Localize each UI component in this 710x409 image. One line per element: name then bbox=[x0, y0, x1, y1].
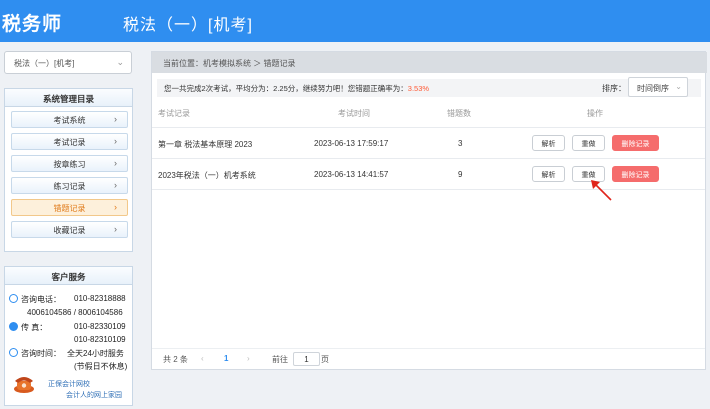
chevron-down-icon: ⌄ bbox=[675, 82, 682, 91]
redo-button[interactable]: 重做 bbox=[572, 135, 605, 151]
top-header: 税务师 税法（一）[机考] bbox=[0, 0, 710, 42]
total-count: 共 2 条 bbox=[163, 355, 188, 364]
exam-title: 税法（一）[机考] bbox=[123, 17, 253, 34]
chevron-right-icon: › bbox=[114, 114, 117, 124]
sidebar-item-label: 考试记录 bbox=[53, 138, 86, 147]
sort-select-value: 时间倒序 bbox=[637, 84, 669, 93]
divider bbox=[152, 127, 705, 128]
delete-record-button[interactable]: 删除记录 bbox=[612, 135, 659, 151]
sidebar-item-label: 错题记录 bbox=[53, 204, 86, 213]
clock-icon bbox=[9, 348, 18, 357]
column-header-time: 考试时间 bbox=[338, 109, 370, 118]
sidebar-item-practice-records[interactable]: 练习记录 › bbox=[11, 177, 128, 194]
record-name: 2023年税法（一）机考系统 bbox=[158, 171, 256, 180]
phone-icon bbox=[9, 294, 18, 303]
divider bbox=[152, 189, 705, 190]
chevron-down-icon: ⌄ bbox=[116, 57, 124, 67]
footer-brand: 正保会计网校 bbox=[48, 381, 90, 388]
sidebar-item-label: 收藏记录 bbox=[53, 226, 86, 235]
service-hours-note: (节假日不休息) bbox=[74, 362, 128, 371]
fax-icon bbox=[9, 322, 18, 331]
customer-service-title: 客户服务 bbox=[5, 267, 132, 285]
main-content: 当前位置：机考模拟系统 ＞ 错题记录 您一共完成2次考试，平均分为：2.25分，… bbox=[151, 51, 707, 370]
pagination: 共 2 条 ‹ 1 › 前往 1 页 bbox=[152, 348, 705, 370]
app-logo: 税务师 bbox=[2, 14, 63, 35]
service-hours: 全天24小时服务 bbox=[67, 349, 124, 358]
goto-label: 前往 bbox=[272, 355, 288, 364]
sidebar-item-label: 练习记录 bbox=[53, 182, 86, 191]
summary-text: 您一共完成2次考试，平均分为：2.25分，继续努力吧！您错题正确率为： bbox=[164, 84, 408, 93]
fax-number-2: 010-82310109 bbox=[74, 335, 126, 344]
page-1-button[interactable]: 1 bbox=[224, 354, 228, 363]
chevron-right-icon: › bbox=[114, 224, 117, 234]
analyze-button[interactable]: 解析 bbox=[532, 135, 565, 151]
page-unit-label: 页 bbox=[321, 355, 329, 364]
fax-number-1: 010-82330109 bbox=[74, 322, 126, 331]
sidebar-item-label: 按章练习 bbox=[53, 160, 86, 169]
hours-label: 咨询时间： bbox=[21, 349, 61, 358]
consult-phone: 010-82318888 bbox=[74, 294, 126, 303]
column-header-actions: 操作 bbox=[587, 109, 603, 118]
chevron-right-icon: › bbox=[114, 158, 117, 168]
column-header-record: 考试记录 bbox=[158, 109, 190, 118]
consult-phone-label: 咨询电话： bbox=[21, 295, 61, 304]
subject-select-value: 税法（一）[机考] bbox=[14, 59, 75, 68]
sidebar-item-chapter-practice[interactable]: 按章练习 › bbox=[11, 155, 128, 172]
customer-service-panel: 客户服务 咨询电话： 010-82318888 4006104586 / 800… bbox=[4, 266, 133, 406]
consult-phone-secondary: 4006104586 / 8006104586 bbox=[27, 308, 123, 317]
chevron-right-icon: › bbox=[114, 136, 117, 146]
record-time: 2023-06-13 17:59:17 bbox=[314, 139, 389, 148]
fax-label: 传 真： bbox=[21, 323, 48, 332]
page-jump-input[interactable]: 1 bbox=[293, 352, 320, 366]
annotation-arrow-icon bbox=[591, 180, 612, 201]
sort-label: 排序： bbox=[602, 84, 626, 93]
system-menu-panel: 系统管理目录 考试系统 › 考试记录 › 按章练习 › 练习记录 › 错题记录 › 收藏记… bbox=[4, 88, 133, 252]
delete-record-button[interactable]: 删除记录 bbox=[612, 166, 659, 182]
sort-select[interactable]: 时间倒序 ⌄ bbox=[628, 77, 688, 97]
divider bbox=[152, 158, 705, 159]
column-header-errors: 错题数 bbox=[447, 109, 471, 118]
next-page-button[interactable]: › bbox=[247, 354, 250, 363]
record-name: 第一章 税法基本原理 2023 bbox=[158, 140, 253, 149]
analyze-button[interactable]: 解析 bbox=[532, 166, 565, 182]
chevron-right-icon: › bbox=[114, 180, 117, 190]
prev-page-button[interactable]: ‹ bbox=[201, 354, 204, 363]
sidebar-item-favorites[interactable]: 收藏记录 › bbox=[11, 221, 128, 238]
sidebar-item-wrong-answers[interactable]: 错题记录 › bbox=[11, 199, 128, 216]
telephone-icon bbox=[14, 377, 34, 393]
sidebar-item-label: 考试系统 bbox=[53, 116, 86, 125]
subject-select[interactable]: 税法（一）[机考] ⌄ bbox=[4, 51, 132, 74]
sidebar-item-exam-system[interactable]: 考试系统 › bbox=[11, 111, 128, 128]
chevron-right-icon: › bbox=[114, 202, 117, 212]
error-count: 9 bbox=[458, 170, 463, 179]
sidebar-item-exam-records[interactable]: 考试记录 › bbox=[11, 133, 128, 150]
error-count: 3 bbox=[458, 139, 463, 148]
footer-slogan: 会计人的网上家园 bbox=[66, 392, 122, 399]
breadcrumb: 当前位置：机考模拟系统 ＞ 错题记录 bbox=[152, 52, 707, 73]
accuracy-rate: 3.53% bbox=[407, 84, 430, 93]
system-menu-title: 系统管理目录 bbox=[5, 89, 132, 107]
record-time: 2023-06-13 14:41:57 bbox=[314, 170, 389, 179]
